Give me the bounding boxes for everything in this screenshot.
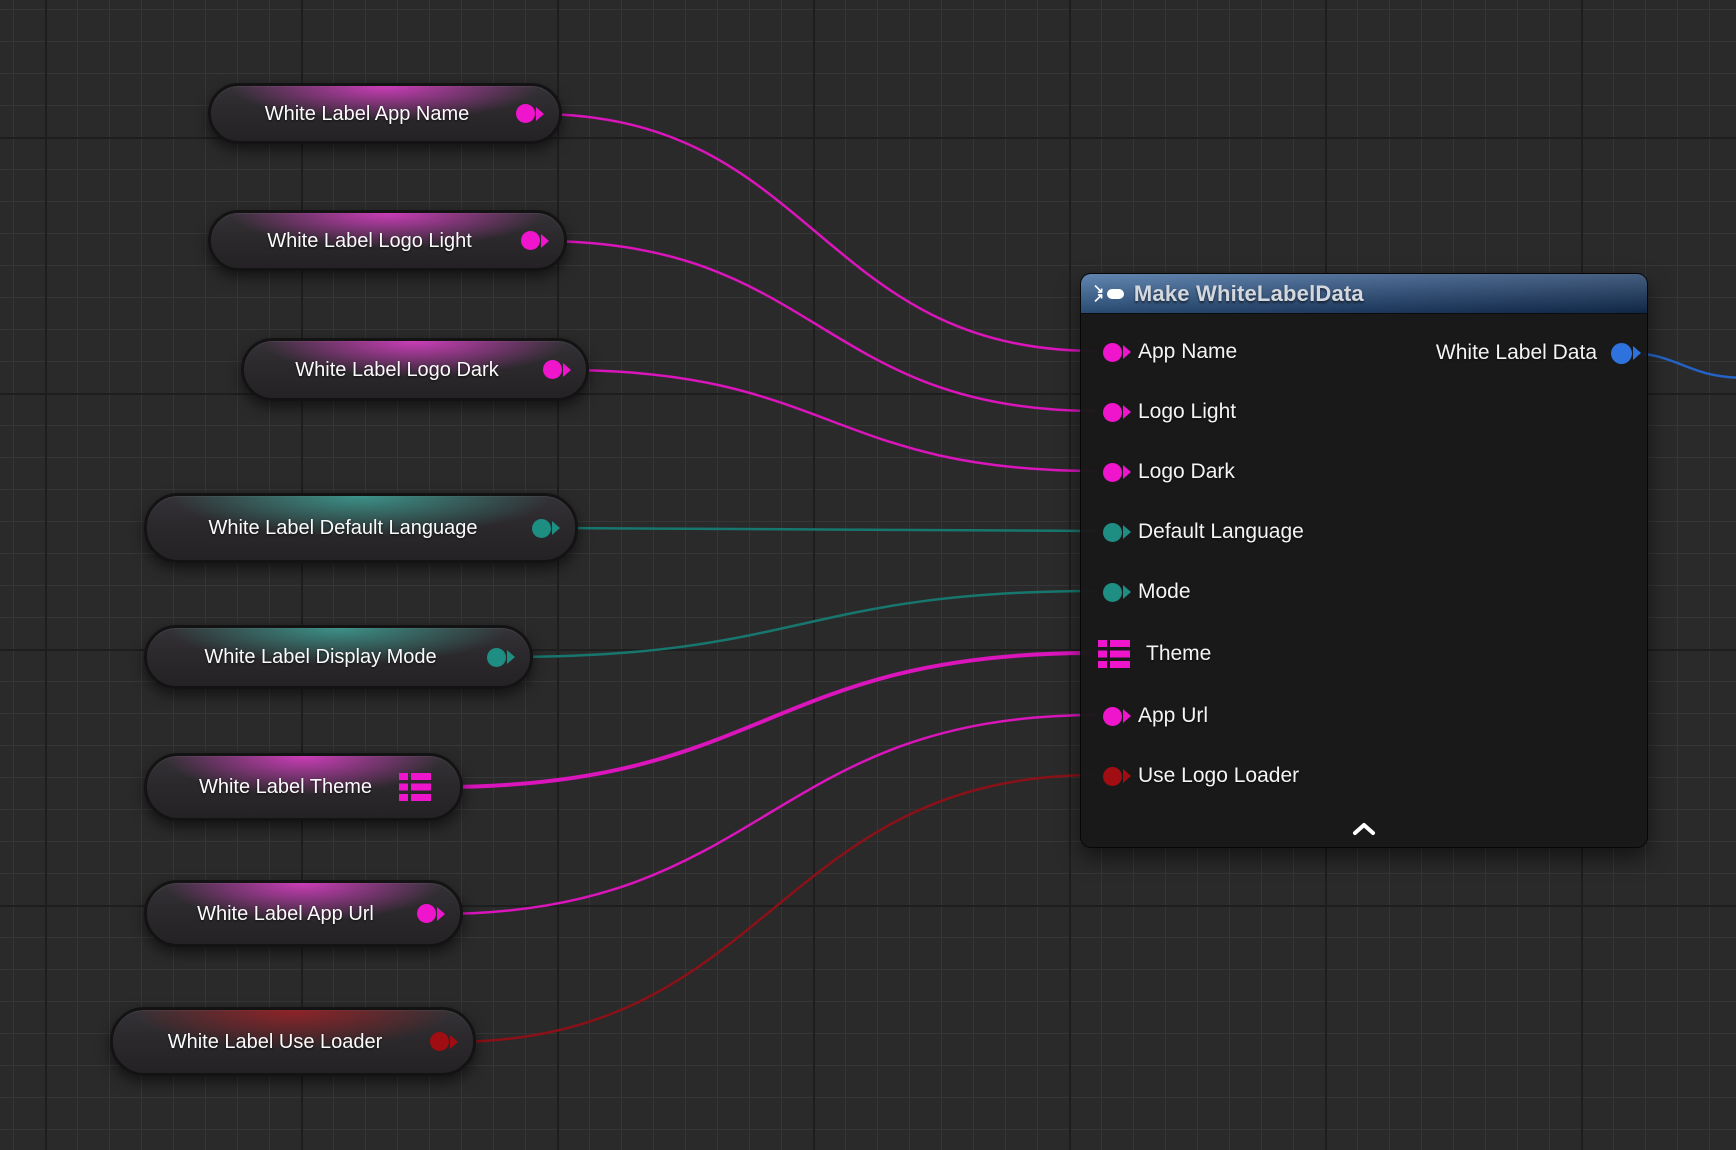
default-language-output-pin[interactable] [532,519,551,538]
getter-label: White Label Use Loader [137,1032,413,1052]
wire-app-name[interactable] [536,114,1097,351]
chevron-up-icon [1351,822,1377,836]
getter-label: White Label App Url [171,904,400,924]
input-pin-label: Use Logo Loader [1138,764,1299,788]
default-language-input-pin[interactable] [1103,523,1122,542]
wire-default-language[interactable] [552,528,1097,531]
getter-label: White Label Display Mode [171,647,470,667]
input-pin-row-mode: Mode [1103,580,1191,604]
input-pin-row-app-url: App Url [1103,704,1208,728]
logo-light-output-pin[interactable] [521,231,540,250]
variable-getter-display-mode[interactable]: White Label Display Mode [144,625,533,689]
app-url-output-pin[interactable] [417,904,436,923]
getter-label: White Label App Name [235,104,499,124]
logo-dark-output-pin[interactable] [543,360,562,379]
app-name-output-pin[interactable] [516,104,535,123]
getter-label: White Label Logo Dark [268,360,526,380]
input-pin-row-theme: Theme [1098,640,1211,668]
mode-input-pin[interactable] [1103,583,1122,602]
wire-logo-dark[interactable] [563,370,1097,471]
output-pin-row: White Label Data [1436,341,1632,365]
input-pin-label: Mode [1138,580,1191,604]
blueprint-graph-canvas[interactable]: White Label App Name White Label Logo Lig… [0,0,1736,1150]
input-pin-label: App Url [1138,704,1208,728]
wire-logo-light[interactable] [541,241,1097,411]
variable-getter-logo-dark[interactable]: White Label Logo Dark [241,338,589,401]
output-pin-label: White Label Data [1436,341,1597,365]
input-pin-label: Default Language [1138,520,1304,544]
wire-use-loader[interactable] [450,775,1097,1042]
make-struct-icon: ↘↗ [1093,285,1124,301]
input-pin-row-logo-light: Logo Light [1103,400,1236,424]
wire-theme[interactable] [440,653,1092,787]
variable-getter-logo-light[interactable]: White Label Logo Light [208,210,567,271]
logo-light-input-pin[interactable] [1103,403,1122,422]
variable-getter-use-loader[interactable]: White Label Use Loader [110,1007,476,1076]
make-node-title: Make WhiteLabelData [1134,281,1364,307]
use-loader-output-pin[interactable] [430,1032,449,1051]
make-node-header[interactable]: ↘↗ Make WhiteLabelData [1081,274,1647,314]
input-pin-label: Logo Light [1138,400,1236,424]
getter-label: White Label Theme [171,777,400,797]
app-name-input-pin[interactable] [1103,343,1122,362]
input-pin-row-logo-dark: Logo Dark [1103,460,1235,484]
display-mode-output-pin[interactable] [487,648,506,667]
variable-getter-default-language[interactable]: White Label Default Language [144,493,578,563]
input-pin-label: Theme [1146,642,1211,666]
collapse-node-button[interactable] [1341,816,1387,842]
variable-getter-app-url[interactable]: White Label App Url [144,880,463,947]
use-logo-loader-input-pin[interactable] [1103,767,1122,786]
input-pin-label: App Name [1138,340,1237,364]
wire-display-mode[interactable] [507,591,1097,657]
input-pin-row-default-language: Default Language [1103,520,1304,544]
make-whitelabeldata-node[interactable]: ↘↗ Make WhiteLabelData App Name Logo Ligh… [1080,273,1648,848]
app-url-input-pin[interactable] [1103,707,1122,726]
getter-label: White Label Logo Light [235,231,504,251]
wire-app-url[interactable] [437,715,1097,914]
input-pin-label: Logo Dark [1138,460,1235,484]
theme-output-struct-pin-icon[interactable] [399,773,431,801]
white-label-data-output-pin[interactable] [1611,343,1632,364]
getter-label: White Label Default Language [171,518,515,538]
logo-dark-input-pin[interactable] [1103,463,1122,482]
input-pin-row-use-logo-loader: Use Logo Loader [1103,764,1299,788]
variable-getter-app-name[interactable]: White Label App Name [208,83,562,144]
theme-input-struct-pin-icon[interactable] [1098,640,1130,668]
variable-getter-theme[interactable]: White Label Theme [144,753,463,821]
input-pin-row-app-name: App Name [1103,340,1237,364]
